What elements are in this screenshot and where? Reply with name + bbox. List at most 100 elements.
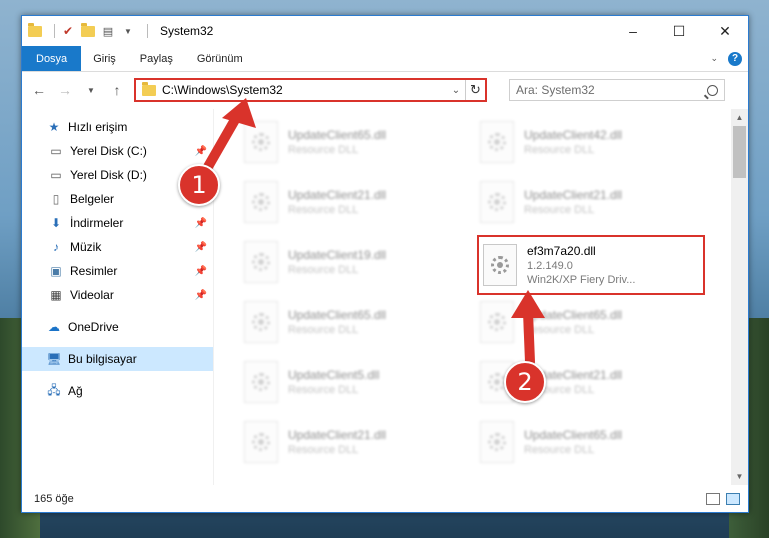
refresh-icon[interactable]: ↻	[465, 80, 485, 100]
forward-button[interactable]: →	[54, 79, 76, 101]
sidebar-item-label: Hızlı erişim	[68, 120, 128, 134]
close-button[interactable]: ✕	[702, 16, 748, 46]
navigation-bar: ← → ▼ ↑ C:\Windows\System32 ⌄ ↻ Ara: Sys…	[22, 72, 748, 108]
file-type: Resource DLL	[524, 204, 595, 216]
quick-access-toolbar-icon[interactable]: ▤	[101, 24, 115, 38]
dll-file-icon	[244, 241, 278, 283]
back-button[interactable]: ←	[28, 79, 50, 101]
sidebar-item-downloads[interactable]: ⬇ İndirmeler 📌	[22, 211, 213, 235]
status-bar: 165 öğe	[22, 485, 748, 512]
address-dropdown-icon[interactable]: ⌄	[447, 85, 465, 96]
file-list: UpdateClient65.dll Resource DLL UpdateCli…	[214, 109, 748, 485]
navigation-pane: ★ Hızlı erişim ▭ Yerel Disk (C:) 📌 ▭ Yer…	[22, 109, 214, 485]
star-icon: ★	[48, 120, 60, 134]
scroll-thumb[interactable]	[733, 126, 746, 178]
tab-file[interactable]: Dosya	[22, 46, 82, 71]
sidebar-item-this-pc[interactable]: 🖥 Bu bilgisayar	[22, 347, 213, 371]
scroll-up-icon[interactable]: ▲	[731, 109, 748, 126]
scroll-down-icon[interactable]: ▼	[731, 468, 748, 485]
up-button[interactable]: ↑	[106, 79, 128, 101]
file-name: UpdateClient19.dll	[288, 248, 387, 262]
recent-locations-button[interactable]: ▼	[80, 79, 102, 101]
file-type: Resource DLL	[288, 324, 359, 336]
step-badge-1: 1	[178, 164, 220, 206]
file-name: UpdateClient21.dll	[288, 428, 387, 442]
pin-icon[interactable]: 📌	[195, 218, 207, 229]
ribbon-right: ⌄ ?	[710, 46, 748, 71]
dll-file-icon	[244, 421, 278, 463]
dll-file-icon	[480, 181, 514, 223]
sidebar-item-label: OneDrive	[68, 320, 119, 334]
address-text[interactable]: C:\Windows\System32	[162, 83, 447, 97]
file-name: UpdateClient65.dll	[288, 128, 387, 142]
new-folder-icon[interactable]	[81, 22, 95, 38]
view-toggle	[706, 492, 748, 505]
step-badge-2: 2	[504, 361, 546, 403]
chevron-down-icon[interactable]: ▼	[121, 24, 135, 38]
pictures-icon: ▣	[50, 264, 62, 278]
file-item[interactable]: UpdateClient65.dll Resource DLL	[480, 415, 710, 469]
dll-file-icon	[244, 361, 278, 403]
pin-icon[interactable]: 📌	[195, 146, 207, 157]
properties-icon[interactable]: ✔	[61, 24, 75, 38]
sidebar-item-network[interactable]: 🖧 Ağ	[22, 379, 213, 403]
sidebar-item-label: Yerel Disk (C:)	[70, 144, 147, 158]
search-placeholder: Ara: System32	[516, 83, 595, 97]
details-view-icon[interactable]	[706, 492, 720, 505]
music-icon: ♪	[53, 240, 59, 254]
divider	[147, 24, 148, 38]
pin-icon[interactable]: 📌	[195, 242, 207, 253]
sidebar-item-label: Bu bilgisayar	[68, 352, 137, 366]
sidebar-item-quick-access[interactable]: ★ Hızlı erişim	[22, 115, 213, 139]
sidebar-item-label: Resimler	[70, 264, 118, 278]
sidebar-item-videos[interactable]: ▦ Videolar 📌	[22, 283, 213, 307]
file-type: Resource DLL	[524, 144, 595, 156]
sidebar-item-onedrive[interactable]: ☁ OneDrive	[22, 315, 213, 339]
dll-file-icon	[244, 301, 278, 343]
file-item[interactable]: UpdateClient21.dll Resource DLL	[244, 415, 474, 469]
maximize-button[interactable]: ☐	[656, 16, 702, 46]
file-item[interactable]: UpdateClient21.dll Resource DLL	[480, 175, 710, 229]
sidebar-item-music[interactable]: ♪ Müzik 📌	[22, 235, 213, 259]
tab-share[interactable]: Paylaş	[128, 46, 185, 71]
file-item[interactable]: UpdateClient65.dll Resource DLL	[244, 115, 474, 169]
sidebar-item-label: Ağ	[68, 384, 83, 398]
file-item[interactable]: UpdateClient19.dll Resource DLL	[244, 235, 474, 289]
content-area: ★ Hızlı erişim ▭ Yerel Disk (C:) 📌 ▭ Yer…	[22, 109, 748, 485]
pin-icon[interactable]: 📌	[195, 266, 207, 277]
tab-home[interactable]: Giriş	[81, 46, 128, 71]
file-name: ef3m7a20.dll	[527, 244, 596, 258]
videos-icon: ▦	[50, 288, 62, 302]
sidebar-item-label: Belgeler	[70, 192, 115, 206]
divider	[54, 24, 55, 38]
file-name: UpdateClient21.dll	[524, 188, 623, 202]
sidebar-item-pictures[interactable]: ▣ Resimler 📌	[22, 259, 213, 283]
minimize-button[interactable]: –	[610, 16, 656, 46]
sidebar-item-label: Yerel Disk (D:)	[70, 168, 147, 182]
file-name: UpdateClient5.dll	[288, 368, 380, 382]
file-item[interactable]: UpdateClient65.dll Resource DLL	[480, 295, 710, 349]
pin-icon[interactable]: 📌	[195, 290, 207, 301]
file-item[interactable]: UpdateClient65.dll Resource DLL	[244, 295, 474, 349]
target-dll-file[interactable]: ef3m7a20.dll 1.2.149.0 Win2K/XP Fiery Dr…	[477, 235, 705, 295]
explorer-window: ✔ ▤ ▼ System32 – ☐ ✕ Dosya Giriş Paylaş …	[21, 15, 749, 513]
search-input[interactable]: Ara: System32	[509, 79, 725, 101]
expand-ribbon-icon[interactable]: ⌄	[710, 53, 718, 64]
file-type: Resource DLL	[288, 144, 359, 156]
address-bar[interactable]: C:\Windows\System32 ⌄ ↻	[134, 78, 487, 102]
sidebar-item-local-disk-c[interactable]: ▭ Yerel Disk (C:) 📌	[22, 139, 213, 163]
dll-file-icon	[480, 301, 514, 343]
file-item[interactable]: UpdateClient42.dll Resource DLL	[480, 115, 710, 169]
search-icon[interactable]	[707, 84, 718, 96]
large-icons-view-icon[interactable]	[726, 492, 740, 505]
file-type: Resource DLL	[524, 444, 595, 456]
help-icon[interactable]: ?	[728, 51, 742, 66]
window-controls: – ☐ ✕	[610, 16, 748, 46]
file-item[interactable]: UpdateClient21.dll Resource DLL	[244, 175, 474, 229]
tab-view[interactable]: Görünüm	[185, 46, 255, 71]
vertical-scrollbar[interactable]: ▲ ▼	[731, 109, 748, 485]
file-name: UpdateClient42.dll	[524, 128, 623, 142]
folder-icon	[28, 22, 42, 38]
file-item[interactable]: UpdateClient5.dll Resource DLL	[244, 355, 474, 409]
file-type: Resource DLL	[288, 444, 359, 456]
